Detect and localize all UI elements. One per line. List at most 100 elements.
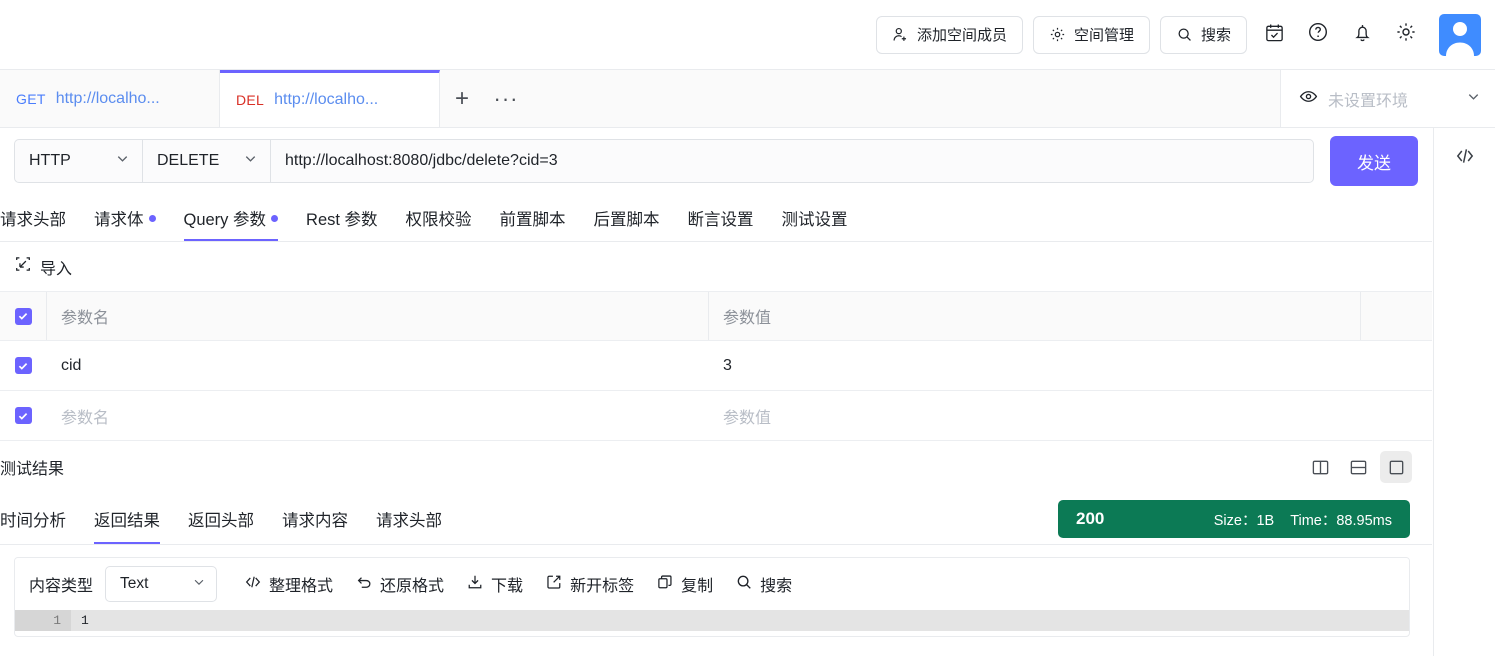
row-param-name[interactable]: cid — [46, 341, 708, 390]
protocol-value: HTTP — [29, 152, 71, 169]
tab-request-headers[interactable]: 请求头部 — [0, 195, 80, 241]
url-input[interactable] — [270, 139, 1314, 183]
select-all-checkbox[interactable] — [14, 307, 32, 325]
split-horizontal-icon[interactable] — [1342, 451, 1374, 483]
code-brackets-icon[interactable] — [1453, 144, 1477, 656]
line-content: 1 — [81, 613, 89, 628]
tab-request-body[interactable]: 请求体 — [80, 195, 170, 241]
status-badge: 200 Size：1B Time：88.95ms — [1058, 500, 1410, 538]
method-select[interactable]: DELETE — [142, 139, 270, 183]
add-member-button[interactable]: 添加空间成员 — [875, 15, 1023, 54]
tab-label: 断言设置 — [687, 211, 754, 229]
status-code: 200 — [1076, 509, 1105, 528]
row-select-cell[interactable] — [0, 357, 46, 374]
result-tab-timing[interactable]: 时间分析 — [0, 494, 80, 544]
import-button[interactable]: 导入 — [14, 255, 72, 279]
workspace-manage-button[interactable]: 空间管理 — [1032, 15, 1150, 54]
tab-bar-spacer — [528, 70, 1280, 127]
search-label: 搜索 — [1200, 27, 1231, 44]
format-button[interactable]: 整理格式 — [233, 572, 344, 596]
restore-format-label: 还原格式 — [380, 578, 445, 595]
row-checkbox[interactable] — [14, 407, 32, 424]
question-circle-icon — [1307, 21, 1329, 48]
copy-icon — [656, 573, 674, 596]
help-button[interactable] — [1301, 18, 1335, 52]
result-tab-response-headers[interactable]: 返回头部 — [174, 494, 268, 544]
result-tab-request-body[interactable]: 请求内容 — [268, 494, 362, 544]
row-checkbox[interactable] — [14, 357, 32, 374]
avatar[interactable] — [1439, 13, 1481, 56]
search-icon — [1176, 26, 1193, 43]
tab-label: 请求头部 — [0, 211, 66, 229]
tab-label: 返回头部 — [188, 512, 254, 530]
table-row[interactable]: cid 3 — [0, 341, 1432, 391]
download-icon — [466, 573, 484, 596]
split-vertical-icon[interactable] — [1304, 451, 1336, 483]
tab-label: 请求头部 — [376, 512, 442, 530]
undo-icon — [355, 573, 373, 596]
gear-icon — [1049, 26, 1066, 43]
tab-more-button[interactable]: ··· — [484, 70, 528, 127]
tab-post-script[interactable]: 后置脚本 — [580, 195, 674, 241]
tab-pre-script[interactable]: 前置脚本 — [486, 195, 580, 241]
content-type-value: Text — [120, 575, 149, 592]
request-tab-method: DEL — [236, 92, 265, 108]
import-row: 导入 — [0, 242, 1432, 292]
select-all-cell[interactable] — [0, 307, 46, 325]
search-button[interactable]: 搜索 — [1159, 15, 1247, 54]
tab-label: 测试设置 — [781, 211, 848, 229]
send-button[interactable]: 发送 — [1330, 136, 1418, 186]
tasks-button[interactable] — [1257, 18, 1291, 52]
table-header-row: 参数名 参数值 — [0, 292, 1432, 341]
result-tab-request-headers[interactable]: 请求头部 — [362, 494, 456, 544]
settings-button[interactable] — [1389, 18, 1423, 52]
tab-label: 前置脚本 — [499, 211, 566, 229]
tab-test-settings[interactable]: 测试设置 — [768, 195, 862, 241]
content-type-select[interactable]: Text — [105, 566, 218, 602]
row-param-value[interactable]: 参数值 — [708, 391, 1360, 440]
environment-label: 未设置环境 — [1328, 92, 1409, 110]
download-label: 下载 — [491, 578, 524, 595]
row-param-value[interactable]: 3 — [708, 341, 1360, 390]
result-tab-response-body[interactable]: 返回结果 — [80, 494, 174, 544]
workspace-manage-label: 空间管理 — [1073, 27, 1134, 44]
result-tab-bar: 时间分析 返回结果 返回头部 请求内容 请求头部 200 Size：1B Tim… — [0, 493, 1432, 545]
copy-button[interactable]: 复制 — [645, 572, 724, 596]
request-tab-get[interactable]: GET http://localho... — [0, 70, 220, 127]
code-line: 1 1 — [15, 610, 1409, 631]
modified-dot-icon — [148, 214, 156, 222]
response-code-area[interactable]: 1 1 — [15, 610, 1409, 631]
add-tab-button[interactable]: + — [440, 70, 484, 127]
tab-label: 权限校验 — [405, 211, 472, 229]
row-param-name[interactable]: 参数名 — [46, 391, 708, 440]
download-button[interactable]: 下载 — [455, 572, 534, 596]
modified-dot-icon — [271, 214, 279, 222]
single-pane-icon[interactable] — [1380, 451, 1412, 483]
open-new-tab-button[interactable]: 新开标签 — [534, 572, 645, 596]
chevron-down-icon — [192, 575, 206, 594]
gear-icon — [1395, 21, 1417, 48]
table-row[interactable]: 参数名 参数值 — [0, 391, 1432, 441]
environment-selector[interactable]: 未设置环境 — [1280, 70, 1495, 127]
row-select-cell[interactable] — [0, 407, 46, 424]
restore-format-button[interactable]: 还原格式 — [344, 572, 455, 596]
tab-query-params[interactable]: Query 参数 — [170, 195, 293, 241]
search-icon — [735, 573, 753, 596]
tab-rest-params[interactable]: Rest 参数 — [292, 195, 392, 241]
notifications-button[interactable] — [1345, 18, 1379, 52]
search-content-button[interactable]: 搜索 — [724, 572, 803, 596]
code-format-icon — [244, 573, 262, 596]
request-tab-delete[interactable]: DEL http://localho... — [220, 70, 440, 127]
tab-assertions[interactable]: 断言设置 — [674, 195, 768, 241]
chevron-down-icon — [115, 151, 130, 171]
result-header: 测试结果 — [0, 441, 1432, 493]
content-type-label: 内容类型 — [29, 578, 94, 595]
eye-icon — [1299, 87, 1318, 111]
response-content-panel: 内容类型 Text 整理格式 还原格式 下载 新开标签 复制 搜索 1 1 — [14, 557, 1410, 637]
tab-label: 返回结果 — [94, 512, 160, 530]
line-number: 1 — [15, 610, 71, 631]
tab-label: 时间分析 — [0, 512, 66, 530]
tab-auth[interactable]: 权限校验 — [392, 195, 486, 241]
chevron-down-icon — [243, 151, 258, 171]
protocol-select[interactable]: HTTP — [14, 139, 142, 183]
